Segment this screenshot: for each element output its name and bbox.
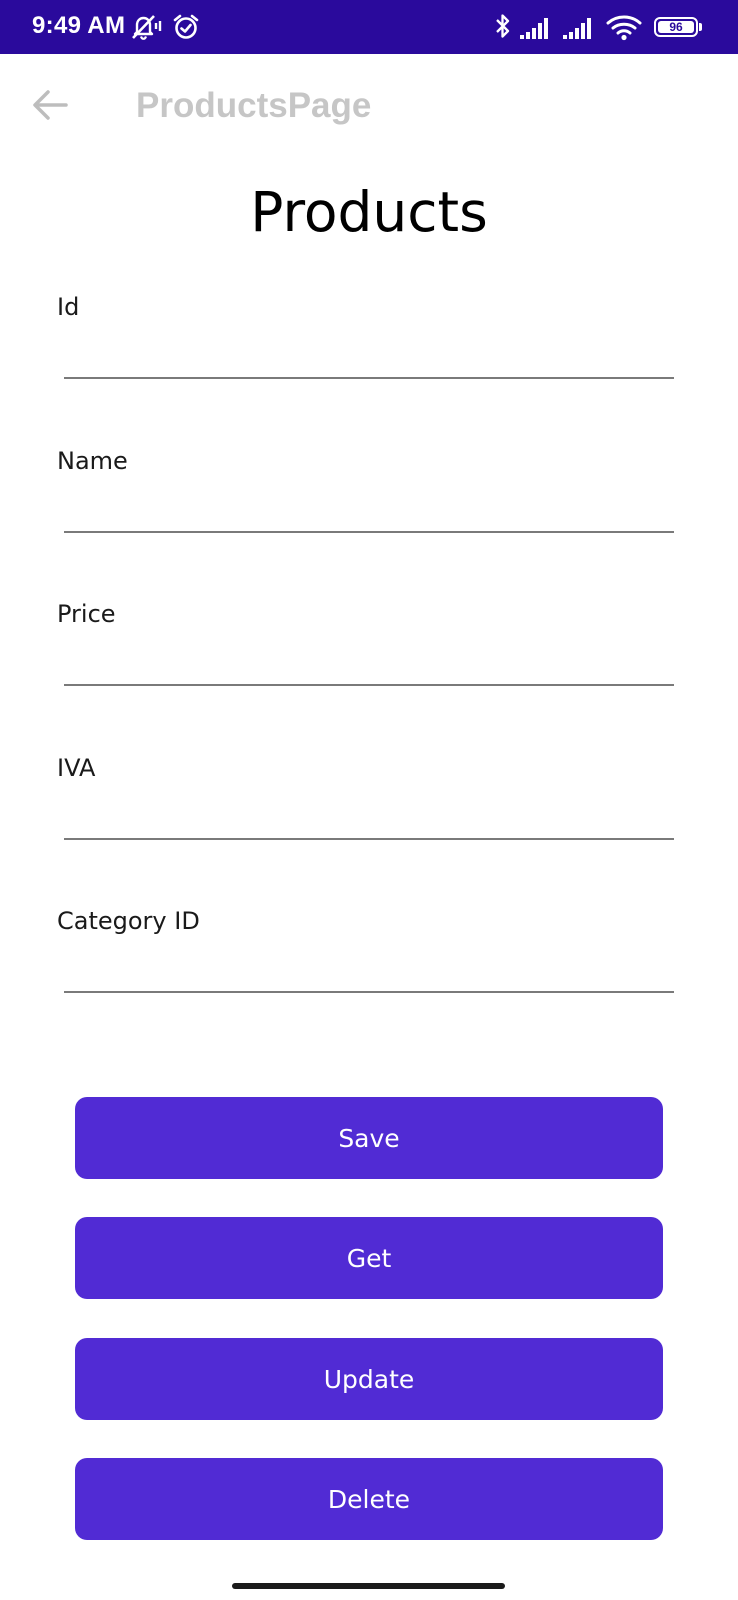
update-button[interactable]: Update [75, 1338, 663, 1420]
status-bar: 9:49 AM 96 [0, 0, 738, 54]
battery-tip [699, 23, 702, 31]
back-button[interactable] [26, 82, 78, 128]
price-label: Price [57, 600, 116, 628]
wifi-icon [606, 15, 642, 41]
home-indicator[interactable] [232, 1583, 505, 1589]
status-time: 9:49 AM [32, 12, 126, 39]
toolbar-title: ProductsPage [136, 86, 372, 125]
category-id-input[interactable] [64, 951, 674, 993]
get-button[interactable]: Get [75, 1217, 663, 1299]
iva-label: IVA [57, 754, 96, 782]
name-label: Name [57, 447, 128, 475]
category-id-field: Category ID [0, 907, 738, 1017]
save-button[interactable]: Save [75, 1097, 663, 1179]
mute-notifications-icon [132, 15, 162, 40]
id-label: Id [57, 293, 80, 321]
page-title: Products [250, 180, 488, 244]
signal-icon [520, 18, 548, 39]
arrow-left-icon [33, 90, 68, 120]
name-field: Name [0, 447, 738, 557]
delete-button[interactable]: Delete [75, 1458, 663, 1540]
price-field: Price [0, 600, 738, 710]
battery-level: 96 [658, 21, 694, 33]
id-input[interactable] [64, 337, 674, 379]
iva-field: IVA [0, 754, 738, 864]
category-id-label: Category ID [57, 907, 200, 935]
name-input[interactable] [64, 491, 674, 533]
bluetooth-icon [496, 14, 510, 38]
alarm-icon [173, 14, 199, 39]
signal-icon [563, 18, 591, 39]
id-field: Id [0, 293, 738, 403]
battery-icon: 96 [654, 17, 698, 37]
iva-input[interactable] [64, 798, 674, 840]
price-input[interactable] [64, 644, 674, 686]
